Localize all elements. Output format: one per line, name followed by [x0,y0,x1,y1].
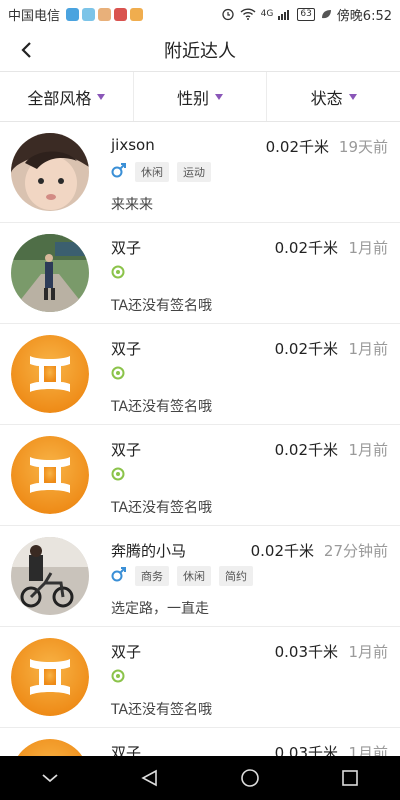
user-list-item[interactable]: 双子 0.03千米 1月前 TA还没有签名哦 [0,627,400,728]
user-meta [111,667,125,687]
user-name: 双子 [111,744,142,756]
avatar[interactable] [11,133,89,211]
avatar[interactable] [11,234,89,312]
user-signature: 来来来 [111,197,153,213]
network-type-label: 4G [260,9,274,19]
distance-label: 0.02千米 [274,441,338,459]
app-notification-icon [98,7,112,21]
app-notification-icon [66,7,80,21]
user-signature: TA还没有签名哦 [111,298,213,314]
filter-gender[interactable]: 性别 [134,72,268,121]
user-name: 双子 [111,340,142,358]
user-meta [111,263,125,283]
clock: 傍晚6:52 [336,8,392,24]
caret-down-icon [97,93,106,100]
distance-label: 0.02千米 [265,138,329,156]
signal-icon [278,8,292,20]
user-meta [111,465,125,485]
square-recents-icon [342,770,358,786]
filter-status[interactable]: 状态 [267,72,400,121]
chevron-down-icon [42,774,58,783]
style-tag: 商务 [135,566,169,586]
title-bar: 附近达人 [0,28,400,72]
distance-label: 0.03千米 [274,643,338,661]
gender-unknown-icon [111,365,125,384]
gender-unknown-icon [111,264,125,283]
last-active-time: 1月前 [348,441,388,459]
app-notification-icon [82,7,96,21]
back-button[interactable] [10,34,42,66]
style-tag: 休闲 [177,566,211,586]
carrier-label: 中国电信 [8,8,61,24]
user-signature: 选定路，一直走 [111,601,209,617]
user-name: 奔腾的小马 [111,542,187,560]
last-active-time: 1月前 [348,744,388,756]
back-arrow-icon [21,42,31,58]
caret-down-icon [215,93,224,100]
avatar[interactable] [11,436,89,514]
home-nav-button[interactable] [230,758,270,798]
style-tag: 简约 [219,566,253,586]
distance-label: 0.02千米 [250,542,314,560]
distance-label: 0.02千米 [274,239,338,257]
style-tag: 休闲 [135,162,169,182]
alarm-icon [221,7,235,21]
app-notification-icon [114,7,128,21]
user-list-item[interactable]: 双子 0.03千米 1月前 [0,728,400,756]
last-active-time: 27分钟前 [323,542,388,560]
circle-home-icon [241,769,259,787]
last-active-time: 1月前 [348,239,388,257]
avatar[interactable] [11,537,89,615]
page-title: 附近达人 [164,40,236,62]
distance-label: 0.02千米 [274,340,338,358]
user-list-item[interactable]: 双子 0.02千米 1月前 TA还没有签名哦 [0,425,400,526]
filter-bar: 全部风格 性别 状态 [0,72,400,122]
avatar[interactable] [11,739,89,756]
filter-label: 状态 [310,88,343,108]
user-meta: 商务 休闲 简约 [111,566,253,586]
last-active-time: 1月前 [348,643,388,661]
user-signature: TA还没有签名哦 [111,500,213,516]
leaf-icon [320,8,332,20]
user-list-item[interactable]: 双子 0.02千米 1月前 TA还没有签名哦 [0,223,400,324]
triangle-back-icon [141,769,157,787]
user-name: 双子 [111,441,142,459]
status-bar: 中国电信 4G 63 傍晚6:52 [0,0,400,28]
app-notification-icon [130,7,144,21]
user-signature: TA还没有签名哦 [111,399,213,415]
hide-nav-button[interactable] [30,758,70,798]
user-meta: 休闲 运动 [111,162,211,182]
style-tag: 运动 [177,162,211,182]
gender-unknown-icon [111,466,125,485]
avatar[interactable] [11,335,89,413]
distance-label: 0.03千米 [274,744,338,756]
user-name: 双子 [111,239,142,257]
last-active-time: 1月前 [348,340,388,358]
user-name: 双子 [111,643,142,661]
back-nav-button[interactable] [130,758,170,798]
user-signature: TA还没有签名哦 [111,702,213,718]
wifi-icon [240,8,256,20]
recents-nav-button[interactable] [330,758,370,798]
gender-unknown-icon [111,668,125,687]
system-nav-bar [0,756,400,800]
male-icon [111,566,127,586]
user-name: jixson [111,136,155,154]
battery-indicator: 63 [297,7,315,21]
user-meta [111,364,125,384]
user-list: jixson 0.02千米 19天前 休闲 运动 来来来 双子 0.02千米 1月前 TA还没有签… [0,122,400,756]
user-list-item[interactable]: 双子 0.02千米 1月前 TA还没有签名哦 [0,324,400,425]
filter-style[interactable]: 全部风格 [0,72,134,121]
male-icon [111,162,127,182]
user-list-item[interactable]: 奔腾的小马 0.02千米 27分钟前 商务 休闲 简约 选定路，一直走 [0,526,400,627]
filter-label: 性别 [177,88,210,108]
user-list-item[interactable]: jixson 0.02千米 19天前休闲 运动来来来 [0,122,400,223]
last-active-time: 19天前 [338,138,388,156]
filter-label: 全部风格 [27,88,92,108]
caret-down-icon [348,93,357,100]
avatar[interactable] [11,638,89,716]
